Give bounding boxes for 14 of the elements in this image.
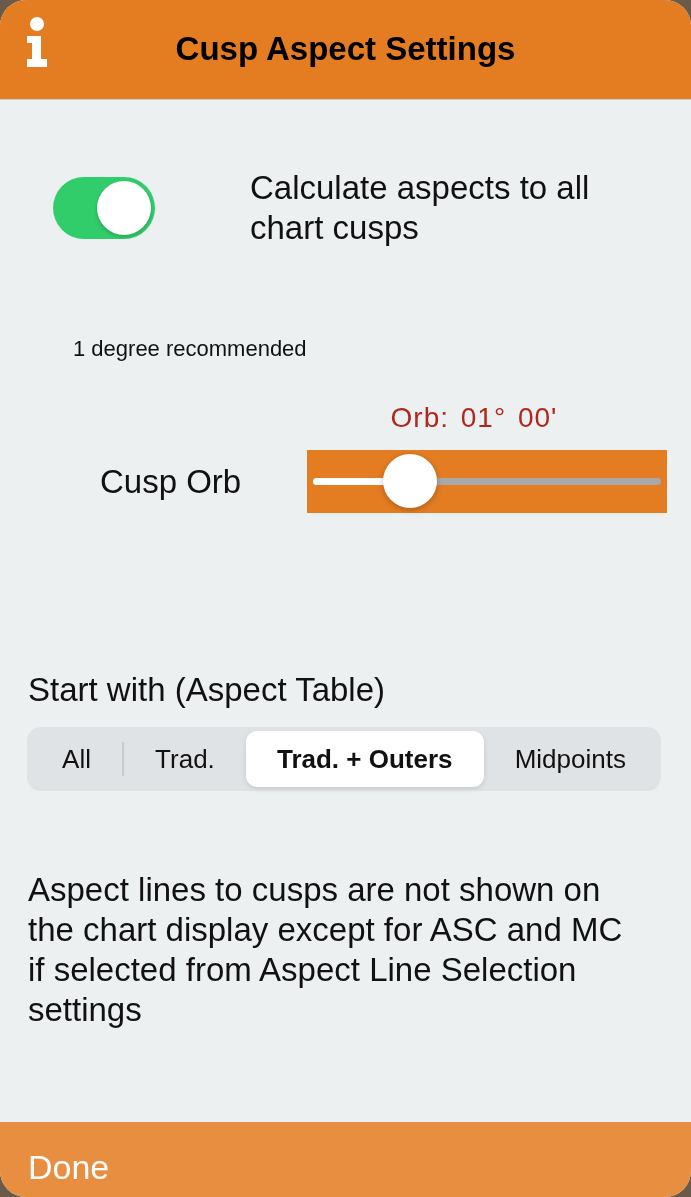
dialog-title: Cusp Aspect Settings bbox=[175, 29, 516, 68]
segment-tab[interactable]: All bbox=[31, 731, 123, 787]
hint-text: 1 degree recommended bbox=[73, 336, 307, 361]
segment-tab[interactable]: Midpoints bbox=[483, 731, 657, 787]
info-icon[interactable] bbox=[25, 17, 49, 67]
slider-thumb[interactable] bbox=[383, 454, 438, 508]
info-paragraph: Aspect lines to cusps are not shown on the chart display except for ASC and MC if selected from Aspect Line Selection settings bbox=[28, 870, 624, 1030]
toggle-label: Calculate aspects to all chart cusps bbox=[250, 168, 591, 248]
section-label: Start with (Aspect Table) bbox=[28, 671, 386, 708]
segment-tab[interactable]: Trad. + Outers bbox=[245, 731, 484, 787]
segment-tab[interactable]: Trad. bbox=[124, 731, 246, 787]
slider-label: Cusp Orb bbox=[100, 462, 242, 501]
orb-slider[interactable] bbox=[307, 450, 667, 513]
orb-reading: Orb: 01° 00' bbox=[390, 402, 558, 433]
